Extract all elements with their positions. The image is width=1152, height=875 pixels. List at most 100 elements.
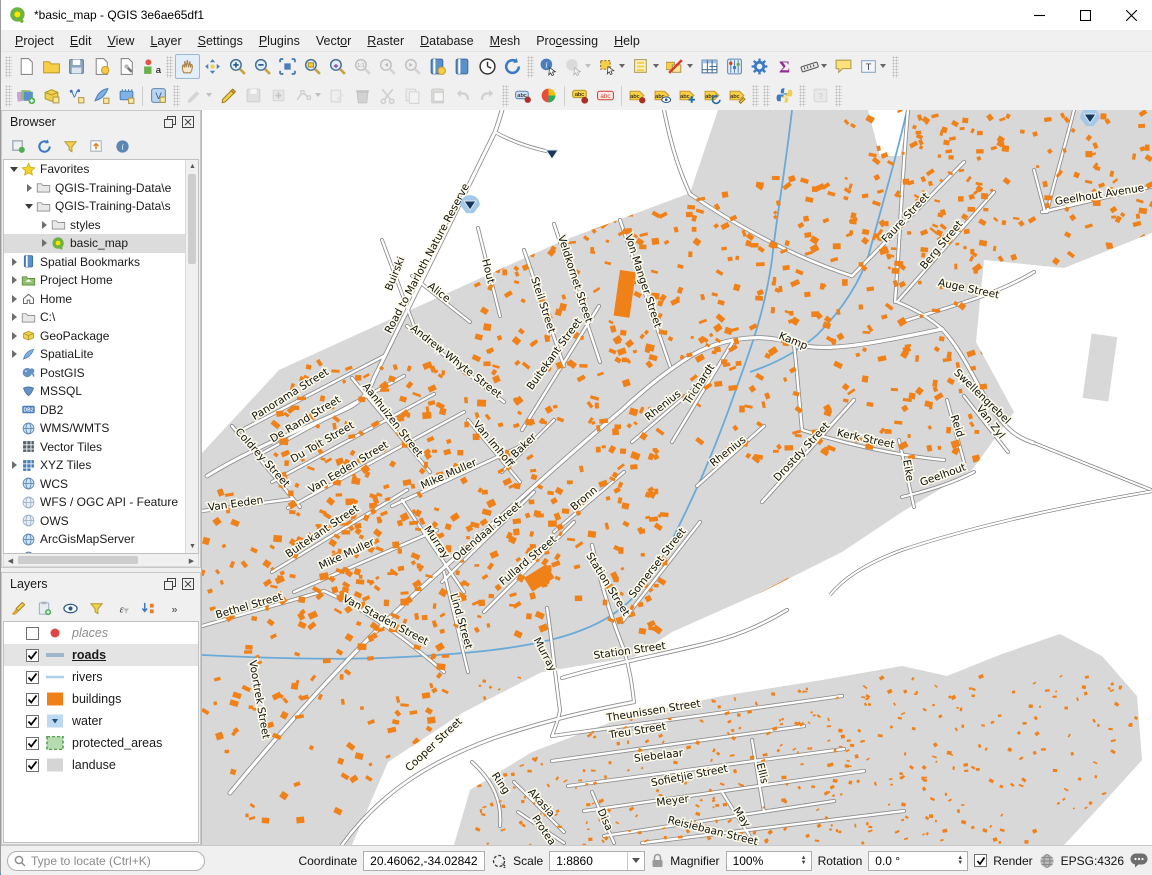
expander-icon[interactable] [38, 239, 50, 247]
filter-by-expression-button[interactable]: ε [110, 597, 134, 619]
layer-visibility-checkbox[interactable] [26, 649, 39, 662]
new-shapefile-layer-button[interactable]: V [64, 83, 89, 108]
layers-close-button[interactable] [180, 576, 196, 592]
change-label-button[interactable]: abc [725, 83, 750, 108]
browser-horizontal-scrollbar[interactable]: ◀▶ [3, 554, 199, 567]
magnifier-spinbox[interactable]: 100% ▲▼ [726, 851, 812, 871]
expander-icon[interactable] [8, 313, 20, 321]
expander-icon[interactable] [8, 276, 20, 284]
modify-attributes-button[interactable] [325, 83, 350, 108]
dropdown-caret-icon[interactable] [687, 64, 693, 68]
processing-toolbox-button[interactable] [747, 54, 772, 79]
open-attribute-table-button[interactable] [697, 54, 722, 79]
layer-row-roads[interactable]: roads [4, 644, 198, 666]
dropdown-caret-icon[interactable] [206, 93, 212, 97]
browser-item-home[interactable]: Home [4, 290, 185, 309]
toolbar-grip[interactable] [763, 85, 770, 107]
scale-combo[interactable]: 1:8860 [549, 851, 645, 871]
browser-item-wfs-ogc-api-feature[interactable]: WFS / OGC API - Feature [4, 493, 185, 512]
layer-row-buildings[interactable]: buildings [4, 688, 198, 710]
browser-item-geopackage[interactable]: GeoPackage [4, 327, 185, 346]
dropdown-caret-icon[interactable] [585, 64, 591, 68]
collapse-all-button[interactable] [84, 135, 108, 157]
save-edits-button[interactable] [241, 83, 266, 108]
refresh-map-button[interactable] [500, 54, 525, 79]
crs-globe-icon[interactable] [1039, 853, 1055, 869]
identify-features-button[interactable]: i [536, 54, 561, 79]
expander-icon[interactable] [8, 350, 20, 358]
temporal-controller-button[interactable] [475, 54, 500, 79]
toolbar-grip[interactable] [835, 85, 842, 107]
browser-item-basic-map[interactable]: basic_map [4, 234, 185, 253]
measure-line-button[interactable] [797, 54, 822, 79]
toolbar-grip[interactable] [892, 56, 899, 78]
browser-item-spatial-bookmarks[interactable]: Spatial Bookmarks [4, 253, 185, 272]
rotation-spinbox[interactable]: 0.0 ° ▲▼ [868, 851, 968, 871]
browser-item-arcgisfeatureserver[interactable]: ArcGisFeatureServer [4, 549, 185, 554]
browser-item-wms-wmts[interactable]: WMS/WMTS [4, 419, 185, 438]
browser-item-project-home[interactable]: Project Home [4, 271, 185, 290]
browser-item-xyz-tiles[interactable]: XYZ Tiles [4, 456, 185, 475]
layer-visibility-checkbox[interactable] [26, 693, 39, 706]
layer-visibility-checkbox[interactable] [26, 759, 39, 772]
coordinate-field[interactable]: 20.46062,-34.02842 [363, 851, 485, 871]
map-tips-button[interactable] [831, 54, 856, 79]
expander-icon[interactable] [23, 184, 35, 192]
toolbar-grip[interactable] [527, 56, 534, 78]
delete-selected-button[interactable] [350, 83, 375, 108]
menu-project[interactable]: Project [7, 32, 62, 50]
menu-view[interactable]: View [99, 32, 142, 50]
pan-map-button[interactable] [175, 54, 200, 79]
pan-to-selection-button[interactable] [200, 54, 225, 79]
filter-legend-button[interactable] [84, 597, 108, 619]
menu-settings[interactable]: Settings [190, 32, 251, 50]
toggle-extents-icon[interactable] [491, 853, 507, 869]
add-feature-button[interactable] [266, 83, 291, 108]
browser-item-styles[interactable]: styles [4, 216, 185, 235]
browser-item-ows[interactable]: OWS [4, 512, 185, 531]
browser-close-button[interactable] [180, 114, 196, 130]
browser-item-vector-tiles[interactable]: Vector Tiles [4, 438, 185, 457]
close-button[interactable] [1108, 0, 1152, 30]
toolbar-grip[interactable] [799, 85, 806, 107]
menu-raster[interactable]: Raster [359, 32, 412, 50]
expander-icon[interactable] [8, 332, 20, 340]
open-layer-styling-button[interactable] [6, 597, 30, 619]
unplaced-labels-button[interactable]: abc [593, 83, 618, 108]
filter-browser-button[interactable] [58, 135, 82, 157]
maximize-button[interactable] [1062, 0, 1108, 30]
browser-float-button[interactable] [162, 114, 178, 130]
deselect-features-button[interactable] [663, 54, 688, 79]
statistical-summary-button[interactable]: Σ [772, 54, 797, 79]
scale-dropdown-icon[interactable] [627, 852, 644, 870]
locate-search-input[interactable]: Type to locate (Ctrl+K) [7, 851, 205, 871]
toolbar-grip[interactable] [173, 85, 180, 107]
new-memory-layer-button[interactable] [114, 83, 139, 108]
layer-visibility-checkbox[interactable] [26, 627, 39, 640]
run-feature-action-button[interactable] [561, 54, 586, 79]
menu-help[interactable]: Help [606, 32, 648, 50]
expander-icon[interactable] [38, 221, 50, 229]
dropdown-caret-icon[interactable] [619, 64, 625, 68]
zoom-in-button[interactable] [225, 54, 250, 79]
expand-collapse-all-button[interactable] [136, 597, 160, 619]
new-spatialite-layer-button[interactable] [89, 83, 114, 108]
save-project-button[interactable] [64, 54, 89, 79]
zoom-full-extent-button[interactable] [275, 54, 300, 79]
browser-item-wcs[interactable]: WCS [4, 475, 185, 494]
project-properties-button[interactable] [114, 54, 139, 79]
layer-diagram-button[interactable] [536, 83, 561, 108]
layer-row-protected_areas[interactable]: protected_areas [4, 732, 198, 754]
menu-mesh[interactable]: Mesh [482, 32, 529, 50]
menu-processing[interactable]: Processing [528, 32, 606, 50]
browser-item-arcgismapserver[interactable]: ArcGisMapServer [4, 530, 185, 549]
expander-icon[interactable] [8, 167, 20, 172]
zoom-native-button[interactable]: 1:1 [350, 54, 375, 79]
expander-icon[interactable] [8, 258, 20, 266]
toolbar-grip[interactable] [752, 85, 759, 107]
new-from-template-button[interactable] [89, 54, 114, 79]
add-selected-layers-button[interactable] [6, 135, 30, 157]
labeling-options-button[interactable]: abc [568, 83, 593, 108]
zoom-last-button[interactable] [375, 54, 400, 79]
rotate-label-button[interactable]: abc [700, 83, 725, 108]
